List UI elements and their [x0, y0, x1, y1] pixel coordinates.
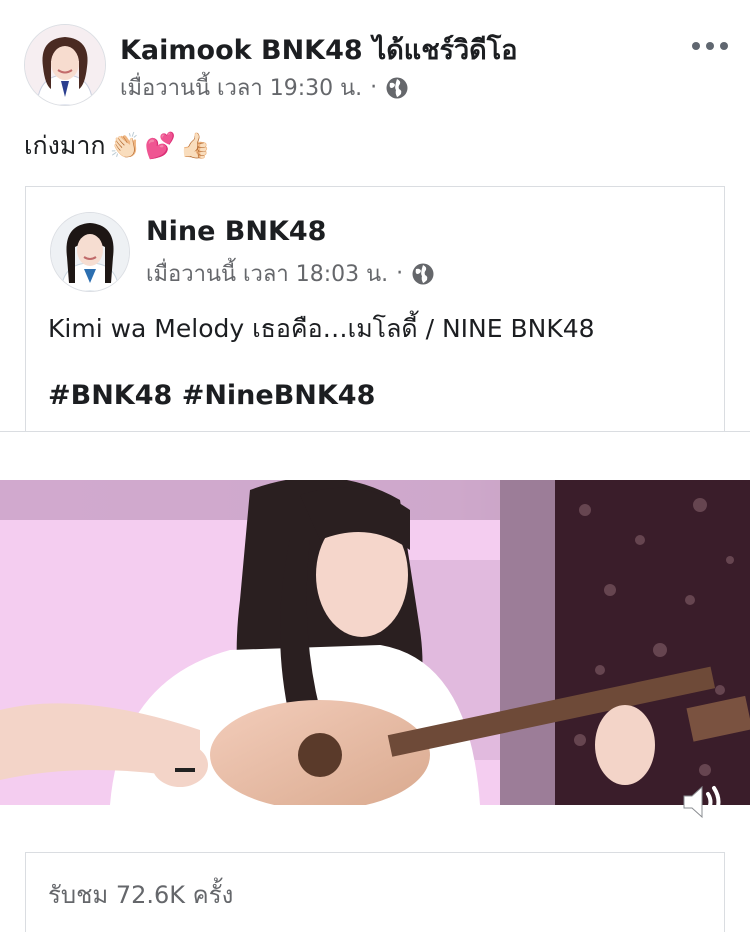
shared-timestamp[interactable]: เมื่อวานนี้ เวลา 18:03 น.	[146, 256, 388, 291]
more-options-icon[interactable]	[690, 30, 730, 60]
author-line: Kaimook BNK48 ได้แชร์วิดีโอ	[120, 28, 517, 71]
author-name-link[interactable]: Kaimook BNK48	[120, 35, 363, 66]
globe-icon[interactable]	[385, 76, 409, 100]
shared-post-card[interactable]: Nine BNK48 เมื่อวานนี้ เวลา 18:03 น. · K…	[25, 186, 725, 431]
thumbs-up-emoji: 👍🏻	[179, 131, 211, 160]
post-timestamp[interactable]: เมื่อวานนี้ เวลา 19:30 น.	[120, 70, 362, 105]
shared-post-meta: เมื่อวานนี้ เวลา 18:03 น. ·	[146, 256, 435, 291]
video-player[interactable]	[0, 480, 750, 805]
shared-meta-separator: ·	[396, 261, 404, 286]
shared-author-avatar[interactable]	[50, 212, 130, 292]
shared-hashtags[interactable]: #BNK48 #NineBNK48	[48, 380, 375, 411]
shared-author-name-link[interactable]: Nine BNK48	[146, 216, 326, 247]
speaker-volume-icon[interactable]	[678, 776, 730, 828]
post-text: เก่งมาก 👏🏻 💕 👍🏻	[24, 126, 211, 166]
clapping-hands-emoji: 👏🏻	[109, 131, 141, 160]
post-body: เก่งมาก	[24, 131, 106, 160]
post-header: Kaimook BNK48 ได้แชร์วิดีโอ เมื่อวานนี้ เ…	[0, 0, 750, 110]
author-avatar-image	[25, 25, 105, 105]
post-meta: เมื่อวานนี้ เวลา 19:30 น. ·	[120, 70, 409, 105]
post-action-text: ได้แชร์วิดีโอ	[372, 35, 518, 66]
globe-icon[interactable]	[411, 262, 435, 286]
view-count: รับชม 72.6K ครั้ง	[48, 881, 234, 909]
card-divider	[0, 431, 750, 432]
shared-caption: Kimi wa Melody เธอคือ…เมโลดี้ / NINE BNK…	[48, 314, 595, 343]
meta-separator: ·	[370, 75, 378, 100]
shared-avatar-image	[51, 213, 129, 291]
two-hearts-emoji: 💕	[144, 131, 176, 160]
video-frame	[0, 480, 750, 805]
views-card: รับชม 72.6K ครั้ง	[25, 852, 725, 932]
author-avatar[interactable]	[24, 24, 106, 106]
